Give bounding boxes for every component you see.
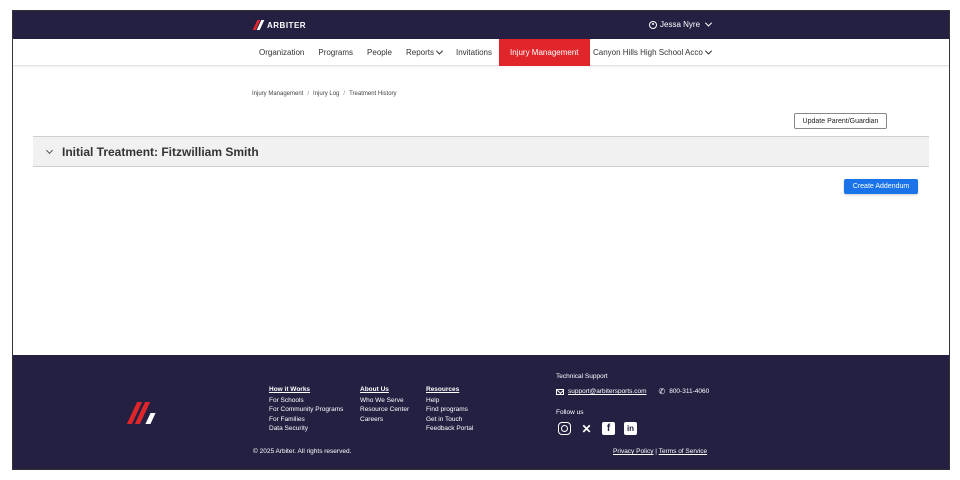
chevron-down-icon bbox=[704, 19, 713, 27]
main-nav: Organization Programs People Reports Inv… bbox=[252, 39, 590, 66]
phone-icon: ✆ bbox=[658, 387, 666, 396]
arbiter-logo-icon bbox=[253, 20, 264, 30]
school-selector[interactable]: Canyon Hills High School Acco bbox=[593, 39, 712, 66]
nav-bar: Organization Programs People Reports Inv… bbox=[13, 39, 949, 66]
footer-link[interactable]: For Families bbox=[269, 415, 343, 425]
support-label: Technical Support bbox=[556, 373, 608, 380]
footer-link[interactable]: For Schools bbox=[269, 396, 343, 406]
breadcrumb-treatment-history: Treatment History bbox=[349, 91, 397, 97]
treatment-section-header[interactable]: Initial Treatment: Fitzwilliam Smith bbox=[33, 136, 929, 167]
breadcrumb-injury-log[interactable]: Injury Log bbox=[313, 91, 339, 97]
chevron-down-icon bbox=[704, 47, 712, 55]
footer-heading[interactable]: How it Works bbox=[269, 385, 343, 395]
footer-link[interactable]: Resource Center bbox=[360, 405, 409, 415]
footer-link[interactable]: Careers bbox=[360, 415, 409, 425]
footer-col-resources: Resources Help Find programs Get in Touc… bbox=[426, 385, 473, 434]
section-title: Initial Treatment: Fitzwilliam Smith bbox=[62, 144, 259, 159]
social-links: ✕ f in bbox=[558, 422, 637, 436]
breadcrumb: Injury Management / Injury Log / Treatme… bbox=[252, 91, 397, 97]
footer-col-how-it-works: How it Works For Schools For Community P… bbox=[269, 385, 343, 434]
nav-invitations[interactable]: Invitations bbox=[449, 39, 499, 66]
chevron-down-icon bbox=[45, 146, 54, 154]
footer-link[interactable]: Find programs bbox=[426, 405, 473, 415]
copyright: © 2025 Arbiter. All rights reserved. bbox=[253, 448, 352, 455]
footer-link[interactable]: Data Security bbox=[269, 424, 343, 434]
facebook-icon[interactable]: f bbox=[602, 422, 615, 435]
legal-divider: | bbox=[655, 448, 657, 455]
terms-of-service-link[interactable]: Terms of Service bbox=[659, 448, 707, 455]
legal-links: Privacy Policy | Terms of Service bbox=[613, 448, 707, 455]
footer-col-about-us: About Us Who We Serve Resource Center Ca… bbox=[360, 385, 409, 424]
mail-icon bbox=[556, 388, 564, 395]
breadcrumb-separator: / bbox=[307, 91, 310, 97]
logo-text: ARBITER bbox=[267, 20, 307, 30]
linkedin-icon[interactable]: in bbox=[624, 422, 637, 435]
instagram-icon[interactable] bbox=[558, 422, 571, 435]
x-icon[interactable]: ✕ bbox=[580, 422, 593, 436]
footer-link[interactable]: Get in Touch bbox=[426, 415, 473, 425]
support-phone[interactable]: 800-311-4060 bbox=[669, 388, 709, 395]
user-name: Jessa Nyre bbox=[660, 20, 701, 29]
user-menu[interactable]: Jessa Nyre bbox=[649, 19, 713, 29]
school-name: Canyon Hills High School Acco bbox=[593, 48, 703, 57]
footer-link[interactable]: Help bbox=[426, 396, 473, 406]
footer-heading[interactable]: About Us bbox=[360, 385, 409, 395]
footer-link[interactable]: Who We Serve bbox=[360, 396, 409, 406]
nav-reports[interactable]: Reports bbox=[399, 39, 449, 66]
nav-programs[interactable]: Programs bbox=[311, 39, 360, 66]
update-guardian-button[interactable]: Update Parent/Guardian bbox=[794, 113, 887, 129]
footer-heading[interactable]: Resources bbox=[426, 385, 473, 395]
breadcrumb-separator: / bbox=[343, 91, 346, 97]
breadcrumb-injury-management[interactable]: Injury Management bbox=[252, 91, 303, 97]
create-addendum-button[interactable]: Create Addendum bbox=[844, 179, 918, 194]
nav-reports-label: Reports bbox=[405, 48, 434, 57]
app-window: ARBITER Jessa Nyre Organization Programs… bbox=[12, 10, 950, 470]
nav-people[interactable]: People bbox=[360, 39, 399, 66]
privacy-policy-link[interactable]: Privacy Policy bbox=[613, 448, 653, 455]
chevron-down-icon bbox=[435, 47, 444, 55]
nav-injury-management[interactable]: Injury Management bbox=[499, 39, 590, 66]
top-header: ARBITER Jessa Nyre bbox=[13, 11, 949, 39]
footer-link[interactable]: Feedback Portal bbox=[426, 424, 473, 434]
support-contact: support@arbitersports.com ✆ 800-311-4060 bbox=[556, 387, 709, 396]
user-icon bbox=[649, 20, 657, 29]
nav-organization[interactable]: Organization bbox=[252, 39, 311, 66]
arbiter-logo[interactable]: ARBITER bbox=[253, 20, 306, 30]
footer-logo-icon bbox=[126, 402, 156, 424]
footer-link[interactable]: For Community Programs bbox=[269, 405, 343, 415]
footer: How it Works For Schools For Community P… bbox=[13, 355, 949, 469]
support-email-link[interactable]: support@arbitersports.com bbox=[568, 388, 647, 395]
follow-label: Follow us bbox=[556, 409, 584, 416]
